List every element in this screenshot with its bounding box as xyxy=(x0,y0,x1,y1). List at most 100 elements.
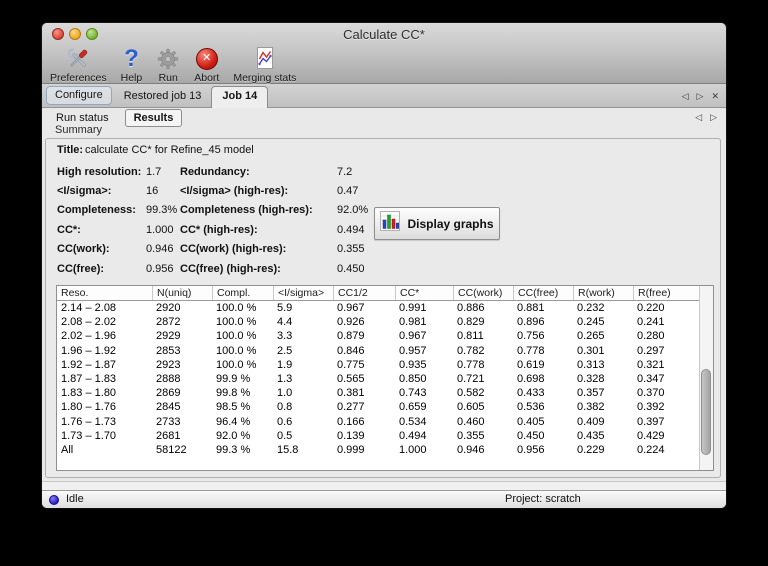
table-cell: 96.4 % xyxy=(216,415,251,428)
table-cell: 0.6 xyxy=(277,415,293,428)
column-header[interactable]: CC(free) xyxy=(513,286,573,300)
table-cell: 0.392 xyxy=(637,401,665,414)
toolbar-item-label: Abort xyxy=(194,72,220,84)
scrollbar-thumb[interactable] xyxy=(701,368,711,456)
column-header[interactable]: N(uniq) xyxy=(152,286,212,300)
table-row[interactable]: 1.80 – 1.76 2845 98.5 % 0.8 0.277 0.659 0.605 0… xyxy=(57,400,699,414)
abort-icon: ✕ xyxy=(195,45,218,72)
tab-restored-job-13[interactable]: Restored job 13 xyxy=(114,86,212,107)
summary-value: 1.7 xyxy=(146,165,162,178)
summary-label: <I/sigma>: xyxy=(57,185,112,198)
summary-grid: High resolution: 1.7 Redundancy: 7.2 <I/… xyxy=(57,162,407,278)
tab-configure[interactable]: Configure xyxy=(46,86,112,105)
table-cell: 0.981 xyxy=(399,316,427,329)
merging-stats-button[interactable]: Merging stats xyxy=(231,44,298,84)
table-cell: 0.896 xyxy=(517,316,545,329)
table-cell: 0.265 xyxy=(577,330,605,343)
table-row[interactable]: 2.08 – 2.02 2872 100.0 % 4.4 0.926 0.981 0.829… xyxy=(57,315,699,329)
merging-stats-icon xyxy=(255,45,275,72)
subtab-scroll-left-icon[interactable]: ◁ xyxy=(695,112,702,123)
table-cell: 2.5 xyxy=(277,344,293,357)
table-cell: 2920 xyxy=(156,302,181,314)
table-row[interactable]: 2.02 – 1.96 2929 100.0 % 3.3 0.879 0.967 0.811… xyxy=(57,329,699,343)
table-cell: 92.0 % xyxy=(216,429,251,442)
table-cell: 0.382 xyxy=(577,401,605,414)
tab-scroll-right-icon[interactable]: ▷ xyxy=(697,91,704,102)
run-button[interactable]: Run xyxy=(154,44,182,84)
table-cell: 0.232 xyxy=(577,302,605,314)
results-table-body: 2.14 – 2.08 2920 100.0 % 5.9 0.967 0.991 0.886… xyxy=(57,301,699,457)
table-row[interactable]: 1.73 – 1.70 2681 92.0 % 0.5 0.139 0.494 0.355 0… xyxy=(57,429,699,443)
table-row[interactable]: 1.83 – 1.80 2869 99.8 % 1.0 0.381 0.743 0.582 0… xyxy=(57,386,699,400)
status-bar: Idle Project: scratch xyxy=(42,490,726,508)
bar-chart-icon xyxy=(380,211,401,236)
table-cell: 0.957 xyxy=(399,344,427,357)
column-header[interactable]: Reso. xyxy=(57,286,152,300)
table-cell: 2923 xyxy=(156,358,181,371)
table-cell: 0.370 xyxy=(637,387,665,400)
help-button[interactable]: ? Help xyxy=(119,44,145,84)
summary-label: CC* (high-res): xyxy=(180,223,258,236)
table-cell: 0.698 xyxy=(517,372,545,385)
summary-value: 0.47 xyxy=(337,185,359,198)
tab-results[interactable]: Results xyxy=(124,109,183,127)
table-cell: 0.280 xyxy=(637,330,665,343)
toolbar-item-label: Run xyxy=(158,72,178,84)
summary-value: 0.450 xyxy=(337,262,365,275)
table-row[interactable]: 1.76 – 1.73 2733 96.4 % 0.6 0.166 0.534 0.460 0… xyxy=(57,415,699,429)
table-cell: 2733 xyxy=(156,415,181,428)
table-cell: 0.429 xyxy=(637,429,665,442)
table-scrollbar[interactable] xyxy=(699,286,713,470)
column-header[interactable]: Compl. xyxy=(212,286,273,300)
table-row[interactable]: 2.14 – 2.08 2920 100.0 % 5.9 0.967 0.991 0.886… xyxy=(57,301,699,315)
table-cell: 1.96 – 1.92 xyxy=(61,344,117,357)
column-header[interactable]: R(work) xyxy=(573,286,633,300)
table-cell: 0.139 xyxy=(337,429,365,442)
table-cell: 0.397 xyxy=(637,415,665,428)
table-cell: 0.565 xyxy=(337,372,365,385)
table-cell: 100.0 % xyxy=(216,344,257,357)
table-cell: 1.87 – 1.83 xyxy=(61,372,117,385)
column-header[interactable]: R(free) xyxy=(633,286,699,300)
column-header[interactable]: CC(work) xyxy=(453,286,513,300)
summary-value: 99.3% xyxy=(146,204,178,217)
tab-scroll-left-icon[interactable]: ◁ xyxy=(682,91,689,102)
table-cell: 0.355 xyxy=(457,429,485,442)
column-header[interactable]: <I/sigma> xyxy=(273,286,333,300)
table-cell: 0.721 xyxy=(457,372,485,385)
table-cell: 99.8 % xyxy=(216,387,251,400)
table-row[interactable]: 1.96 – 1.92 2853 100.0 % 2.5 0.846 0.957 0.782… xyxy=(57,344,699,358)
table-cell: 0.605 xyxy=(457,401,485,414)
table-cell: 0.879 xyxy=(337,330,365,343)
table-cell: 0.991 xyxy=(399,302,427,314)
table-cell: 2845 xyxy=(156,401,181,414)
table-cell: 2929 xyxy=(156,330,181,343)
table-cell: 0.357 xyxy=(577,387,605,400)
column-header[interactable]: CC1/2 xyxy=(333,286,395,300)
summary-value: 7.2 xyxy=(337,165,353,178)
table-row[interactable]: 1.92 – 1.87 2923 100.0 % 1.9 0.775 0.935 0.778… xyxy=(57,358,699,372)
summary-label: CC(free) (high-res): xyxy=(180,262,281,275)
column-header[interactable]: CC* xyxy=(395,286,453,300)
preferences-button[interactable]: Preferences xyxy=(48,44,109,84)
result-tab-bar: Run status Results ◁ ▷ xyxy=(42,108,726,127)
display-graphs-button[interactable]: Display graphs xyxy=(374,207,500,240)
pane-bottom-strip xyxy=(42,481,726,490)
summary-title-value: calculate CC* for Refine_45 model xyxy=(85,144,254,156)
table-row[interactable]: 1.87 – 1.83 2888 99.9 % 1.3 0.565 0.850 0.721 0… xyxy=(57,372,699,386)
table-cell: 2888 xyxy=(156,372,181,385)
tab-close-icon[interactable]: ✕ xyxy=(711,91,719,102)
table-cell: 100.0 % xyxy=(216,330,257,343)
table-cell: 0.277 xyxy=(337,401,365,414)
abort-button[interactable]: ✕ Abort xyxy=(192,44,221,84)
summary-label: CC(work): xyxy=(57,243,110,256)
summary-value: 0.956 xyxy=(146,262,174,275)
subtab-scroll-right-icon[interactable]: ▷ xyxy=(710,112,717,123)
summary-title-row: Title: calculate CC* for Refine_45 model xyxy=(57,144,254,156)
project-label: Project: scratch xyxy=(505,493,581,505)
table-cell: 2681 xyxy=(156,429,181,442)
table-row[interactable]: All 58122 99.3 % 15.8 0.999 1.000 0.946 0.956 0.… xyxy=(57,443,699,457)
help-icon: ? xyxy=(124,44,139,72)
table-cell: 1.000 xyxy=(399,443,427,456)
tab-job-14[interactable]: Job 14 xyxy=(211,86,269,108)
